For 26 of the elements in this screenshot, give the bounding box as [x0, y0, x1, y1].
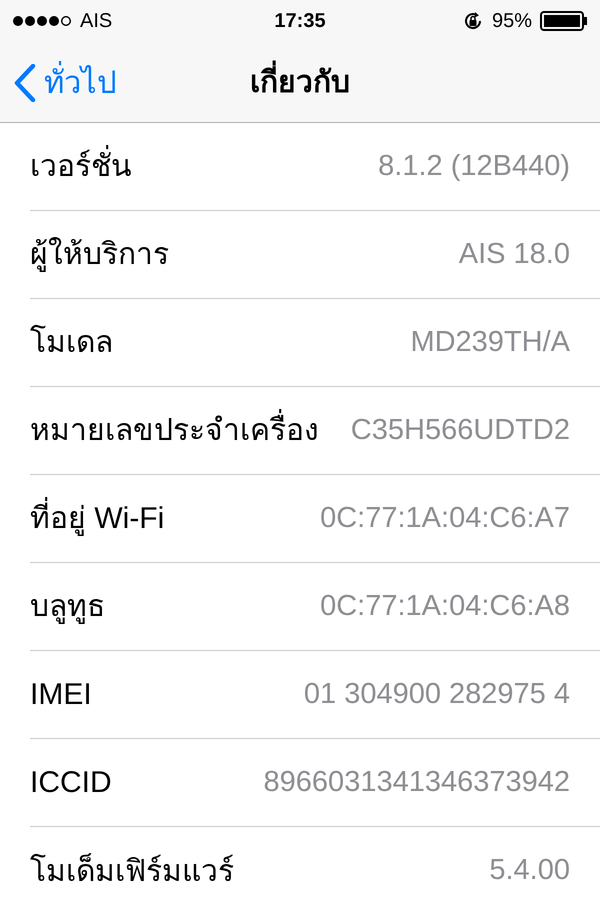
row-value: C35H566UDTD2 [350, 412, 570, 448]
row-value: 8966031341346373942 [264, 764, 570, 800]
row-value: MD239TH/A [410, 324, 570, 360]
row-label: ผู้ให้บริการ [30, 236, 169, 274]
signal-icon [12, 15, 74, 27]
row-value: 0C:77:1A:04:C6:A8 [320, 588, 570, 624]
battery-percentage: 95% [492, 9, 532, 34]
row-value: 8.1.2 (12B440) [378, 148, 570, 184]
back-chevron-icon [14, 64, 36, 102]
row-label: ICCID [30, 765, 112, 801]
row-value: AIS 18.0 [458, 236, 570, 272]
status-time: 17:35 [274, 9, 326, 34]
battery-icon [540, 11, 588, 31]
row-label: ที่อยู่ Wi-Fi [30, 496, 164, 541]
row-label: เวอร์ชั่น [30, 144, 132, 189]
page-title: เกี่ยวกับ [250, 60, 350, 104]
row-label: โมเดล [30, 324, 113, 361]
row-value: 01 304900 282975 4 [304, 676, 570, 712]
back-button[interactable]: ทั่วไป [14, 60, 117, 106]
row-label: โมเด็มเฟิร์มแวร์ [30, 852, 234, 890]
row-label: บลูทูธ [30, 589, 105, 626]
row-label: หมายเลขประจำเครื่อง [30, 408, 319, 453]
row-value: 5.4.00 [489, 853, 570, 888]
row-label: IMEI [30, 677, 92, 713]
row-value: 0C:77:1A:04:C6:A7 [320, 500, 570, 536]
carrier-name: AIS [80, 9, 112, 34]
